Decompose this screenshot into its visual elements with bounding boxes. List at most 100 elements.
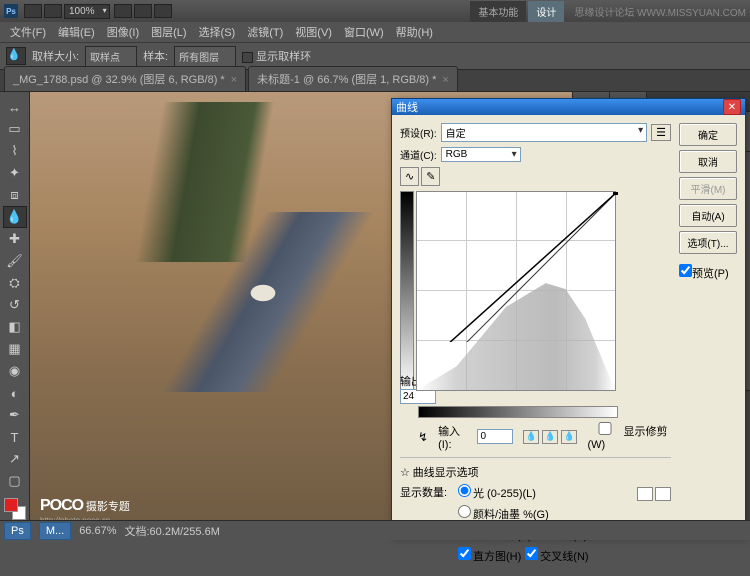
cancel-button[interactable]: 取消 [679, 150, 737, 173]
sample-layers-select[interactable]: 所有图层 [174, 46, 236, 67]
input-gradient [418, 406, 618, 418]
pen-tool-icon[interactable]: ✒ [3, 404, 27, 426]
input-input[interactable] [477, 429, 513, 444]
menu-edit[interactable]: 编辑(E) [52, 22, 101, 42]
eyedropper-tool-icon[interactable]: 💧 [3, 206, 27, 228]
curve-line [417, 192, 717, 342]
gray-point-eyedropper-icon[interactable]: 💧 [542, 430, 558, 444]
menu-layer[interactable]: 图层(L) [145, 22, 192, 42]
channel-select[interactable]: RGB [441, 147, 521, 162]
tab1-title: _MG_1788.psd @ 32.9% (图层 6, RGB/8) * [13, 74, 225, 86]
channel-label: 通道(C): [400, 147, 437, 162]
dodge-tool-icon[interactable]: ◐ [3, 382, 27, 404]
document-tabbar: _MG_1788.psd @ 32.9% (图层 6, RGB/8) * × 未标… [0, 70, 750, 92]
menu-help[interactable]: 帮助(H) [390, 22, 439, 42]
ok-button[interactable]: 确定 [679, 123, 737, 146]
statusbar: Ps M... 66.67% 文档:60.2M/255.6M [0, 520, 750, 540]
sample-label: 样本: [143, 48, 168, 64]
document-tab-1[interactable]: _MG_1788.psd @ 32.9% (图层 6, RGB/8) * × [4, 66, 246, 91]
menubar: 文件(F) 编辑(E) 图像(I) 图层(L) 选择(S) 滤镜(T) 视图(V… [0, 22, 750, 42]
view-extras-icon[interactable] [114, 4, 132, 18]
brush-tool-icon[interactable]: 🖌 [3, 250, 27, 272]
preset-select[interactable]: 自定 [441, 123, 647, 142]
blur-tool-icon[interactable]: ◉ [3, 360, 27, 382]
workspace-design-button[interactable]: 设计 [528, 1, 564, 22]
output-input[interactable] [400, 389, 436, 404]
menu-filter[interactable]: 滤镜(T) [241, 22, 289, 42]
preset-menu-icon[interactable]: ☰ [651, 124, 671, 141]
amount-label: 显示数量: [400, 485, 454, 502]
tab2-close-icon[interactable]: × [442, 74, 448, 86]
grid-simple-icon[interactable] [637, 487, 653, 501]
hand-sampler-icon[interactable]: ↯ [418, 430, 428, 444]
toolbox: ↔ ▭ ⌇ ✦ ⧈ 💧 ✚ 🖌 ⛭ ↺ ◧ ▦ ◉ ◐ ✒ T ↗ ▢ [0, 92, 30, 540]
tab2-title: 未标题-1 @ 66.7% (图层 1, RGB/8) * [257, 74, 436, 86]
intersection-checkbox[interactable] [525, 547, 538, 560]
amount-light-radio[interactable] [458, 484, 471, 497]
zoom-dropdown[interactable]: 100% [64, 4, 110, 19]
curve-grid[interactable] [416, 191, 616, 391]
path-tool-icon[interactable]: ↗ [3, 448, 27, 470]
bridge-icon[interactable] [24, 4, 42, 18]
taskbar-doc-button[interactable]: M... [39, 522, 71, 540]
workspace-basic-button[interactable]: 基本功能 [470, 1, 526, 22]
curves-dialog: 曲线 ✕ 预设(R): 自定 ☰ 通道(C): RGB ∿ ✎ [391, 98, 746, 536]
tab1-close-icon[interactable]: × [231, 74, 237, 86]
dialog-title-text: 曲线 [396, 99, 418, 115]
menu-view[interactable]: 视图(V) [289, 22, 338, 42]
sample-size-select[interactable]: 取样点 [85, 46, 137, 67]
screen-mode-icon[interactable] [154, 4, 172, 18]
menu-select[interactable]: 选择(S) [193, 22, 242, 42]
eyedropper-preview-icon[interactable]: 💧 [6, 47, 26, 65]
history-brush-icon[interactable]: ↺ [3, 294, 27, 316]
show-clipping-checkbox[interactable] [587, 422, 623, 435]
intersection-label: 交叉线(N) [540, 551, 588, 563]
bird-graphic [120, 212, 380, 392]
dialog-titlebar[interactable]: 曲线 ✕ [392, 99, 745, 115]
arrange-icon[interactable] [134, 4, 152, 18]
histogram-checkbox[interactable] [458, 547, 471, 560]
white-point-eyedropper-icon[interactable]: 💧 [561, 430, 577, 444]
display-options-label: 曲线显示选项 [413, 467, 479, 479]
curve-draw-mode-icon[interactable]: ✎ [421, 167, 440, 186]
dialog-close-button[interactable]: ✕ [723, 99, 741, 115]
input-label: 输入(I): [438, 423, 467, 451]
status-docsize: 文档:60.2M/255.6M [125, 523, 220, 539]
sample-size-label: 取样大小: [32, 48, 79, 64]
minibridge-icon[interactable] [44, 4, 62, 18]
eraser-tool-icon[interactable]: ◧ [3, 316, 27, 338]
taskbar-ps-button[interactable]: Ps [4, 522, 31, 540]
move-tool-icon[interactable]: ↔ [3, 96, 27, 118]
marquee-tool-icon[interactable]: ▭ [3, 118, 27, 140]
menu-window[interactable]: 窗口(W) [338, 22, 390, 42]
black-point-eyedropper-icon[interactable]: 💧 [523, 430, 539, 444]
app-titlebar: Ps 100% 基本功能 设计 思缘设计论坛 WWW.MISSYUAN.COM [0, 0, 750, 22]
heal-tool-icon[interactable]: ✚ [3, 228, 27, 250]
shape-tool-icon[interactable]: ▢ [3, 470, 27, 492]
menu-image[interactable]: 图像(I) [101, 22, 145, 42]
wand-tool-icon[interactable]: ✦ [3, 162, 27, 184]
amount-pigment-radio[interactable] [458, 505, 471, 518]
curve-point-mode-icon[interactable]: ∿ [400, 167, 419, 186]
expand-icon[interactable]: ☆ [400, 467, 410, 479]
show-ring-label: 显示取样环 [256, 51, 311, 63]
show-ring-checkbox[interactable] [242, 52, 253, 63]
ps-logo-icon: Ps [4, 4, 18, 18]
output-gradient [400, 191, 414, 391]
type-tool-icon[interactable]: T [3, 426, 27, 448]
menu-file[interactable]: 文件(F) [4, 22, 52, 42]
preset-label: 预设(R): [400, 125, 437, 140]
document-tab-2[interactable]: 未标题-1 @ 66.7% (图层 1, RGB/8) * × [248, 66, 458, 91]
stamp-tool-icon[interactable]: ⛭ [3, 272, 27, 294]
grid-detailed-icon[interactable] [655, 487, 671, 501]
lasso-tool-icon[interactable]: ⌇ [3, 140, 27, 162]
poco-logo: POCO [40, 497, 83, 514]
poco-sub1: 摄影专题 [86, 501, 130, 513]
gradient-tool-icon[interactable]: ▦ [3, 338, 27, 360]
color-swatches[interactable] [4, 498, 26, 520]
amount-light-label: 光 (0-255)(L) [473, 488, 536, 500]
status-zoom: 66.67% [79, 525, 116, 537]
histogram-label: 直方图(H) [473, 551, 521, 563]
watermark-text: 思缘设计论坛 WWW.MISSYUAN.COM [574, 4, 746, 19]
crop-tool-icon[interactable]: ⧈ [3, 184, 27, 206]
